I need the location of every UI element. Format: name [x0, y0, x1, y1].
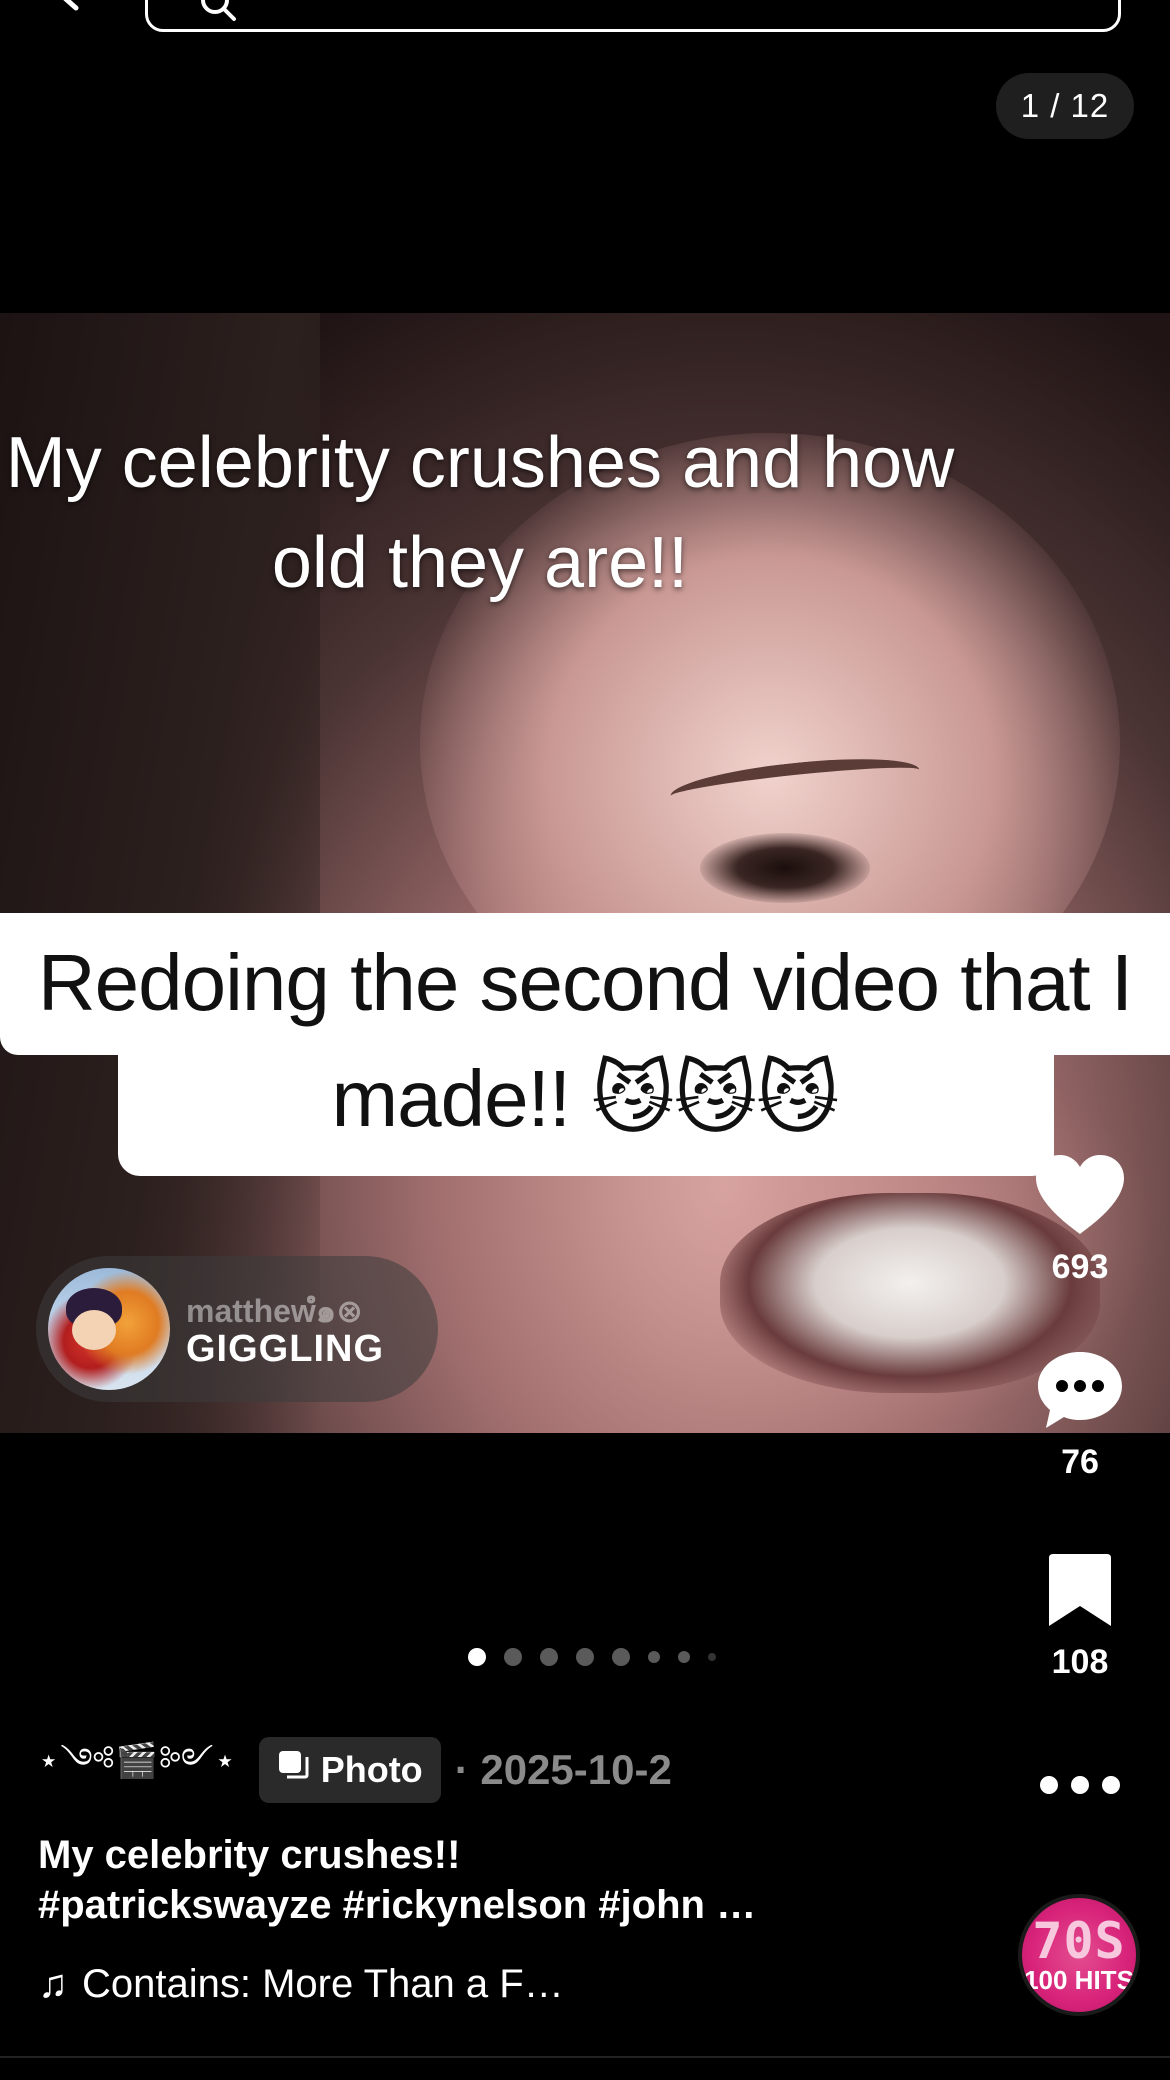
- search-icon: [198, 0, 238, 23]
- photo-eye: [700, 833, 870, 903]
- sound-avatar[interactable]: [48, 1268, 170, 1390]
- like-count: 693: [1051, 1248, 1109, 1286]
- more-dot-icon: [1040, 1776, 1058, 1794]
- avatar-face: [72, 1310, 116, 1350]
- disc-label-bottom: 100 HITS: [1024, 1965, 1134, 1995]
- more-dot-icon: [1102, 1776, 1120, 1794]
- sound-title: GIGGLING: [186, 1328, 384, 1370]
- search-input[interactable]: [145, 0, 1121, 32]
- comment-count: 76: [1061, 1443, 1099, 1481]
- description-line-1: My celebrity crushes!!: [38, 1833, 461, 1877]
- music-title: Contains: More Than a F…: [82, 1962, 564, 2006]
- photo-badge-label: Photo: [320, 1749, 423, 1790]
- carousel-dot: [576, 1648, 594, 1666]
- author-name[interactable]: ⋆༺🎬༻⋆: [38, 1722, 237, 1818]
- photo-top-caption: My celebrity crushes and how old they ar…: [5, 423, 955, 603]
- photo-counter: 1 / 12: [996, 73, 1134, 139]
- carousel-dot: [612, 1648, 630, 1666]
- back-arrow-icon[interactable]: [48, 0, 88, 12]
- save-count: 108: [1051, 1643, 1109, 1681]
- photo-badge: Photo: [258, 1737, 441, 1803]
- heart-icon: [1020, 1150, 1140, 1240]
- music-disc[interactable]: 70S 100 HITS: [1018, 1894, 1140, 2016]
- photo-stack-icon: [277, 1749, 311, 1792]
- carousel-dot: [504, 1648, 522, 1666]
- disc-label-top: 70S: [1032, 1912, 1126, 1970]
- music-row[interactable]: ♫ Contains: More Than a F…: [38, 1962, 564, 2007]
- post-date: · 2025-10-2: [454, 1746, 672, 1793]
- more-dot-icon: [1071, 1776, 1089, 1794]
- post-photo[interactable]: My celebrity crushes and how old they ar…: [0, 313, 1170, 1433]
- carousel-dot: [648, 1651, 660, 1663]
- comment-button[interactable]: 76: [1020, 1345, 1140, 1482]
- post-meta-row: ⋆༺🎬༻⋆ Photo · 2025-10-2: [38, 1736, 672, 1804]
- music-note-icon: ♫: [38, 1962, 68, 2006]
- carousel-dot: [708, 1653, 716, 1661]
- like-button[interactable]: 693: [1020, 1150, 1140, 1287]
- sound-pill[interactable]: matthewํ๑⊗ GIGGLING: [36, 1256, 438, 1402]
- more-options-button[interactable]: [1040, 1760, 1120, 1810]
- carousel-dot: [540, 1648, 558, 1666]
- photo-main-caption: Redoing the second video that I made!! 😼…: [37, 938, 1133, 1143]
- bottom-divider: [0, 2056, 1170, 2058]
- comment-icon: [1020, 1345, 1140, 1435]
- bookmark-icon: [1020, 1545, 1140, 1635]
- save-button[interactable]: 108: [1020, 1545, 1140, 1682]
- carousel-dots: [468, 1648, 716, 1666]
- post-description[interactable]: My celebrity crushes!! #patrickswayze #r…: [38, 1830, 1038, 1930]
- description-hashtags[interactable]: #patrickswayze #rickynelson #john …: [38, 1880, 1038, 1930]
- carousel-dot-active: [468, 1648, 486, 1666]
- carousel-dot: [678, 1651, 690, 1663]
